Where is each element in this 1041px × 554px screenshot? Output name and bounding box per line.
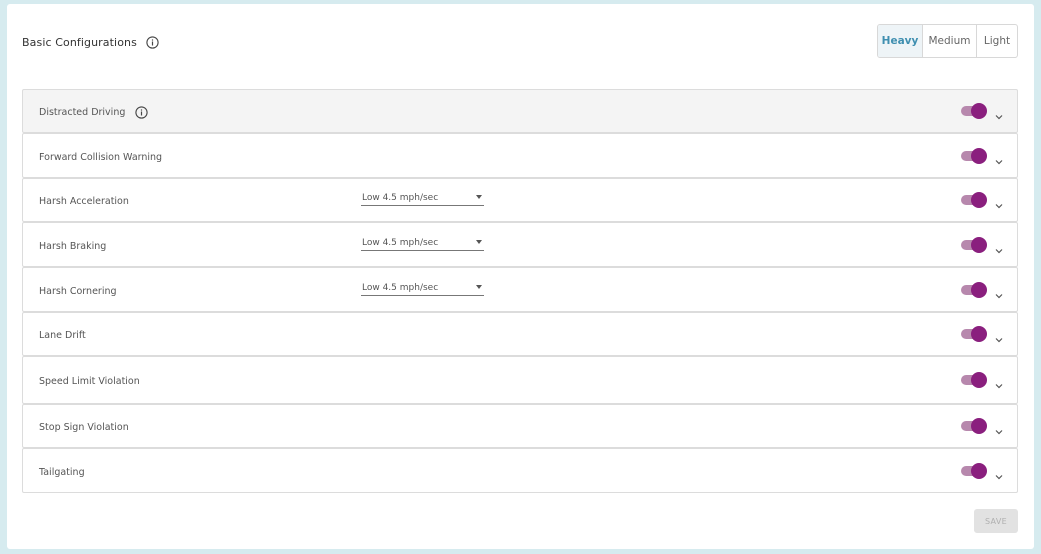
event-row[interactable]: Speed Limit Violation — [22, 356, 1018, 404]
chevron-down-icon[interactable] — [993, 108, 1005, 120]
chevron-down-icon[interactable] — [993, 153, 1005, 165]
event-row[interactable]: Harsh Acceleration Low 4.5 mph/sec — [22, 178, 1018, 222]
caret-down-icon — [476, 195, 482, 199]
chevron-down-icon[interactable] — [993, 197, 1005, 209]
event-label: Forward Collision Warning — [39, 151, 163, 163]
info-circle-icon[interactable] — [146, 35, 159, 49]
page-title: Basic Configurations — [22, 35, 137, 49]
threshold-select[interactable]: Low 4.5 mph/sec — [361, 190, 484, 206]
threshold-select-value: Low 4.5 mph/sec — [362, 237, 439, 248]
event-label: Lane Drift — [39, 329, 86, 341]
chevron-down-icon[interactable] — [993, 468, 1005, 480]
caret-down-icon — [476, 240, 482, 244]
event-row-label-wrap: Speed Limit Violation — [39, 374, 140, 388]
sensitivity-medium-button[interactable]: Medium — [923, 25, 977, 57]
event-row-label-wrap: Distracted Driving — [39, 105, 149, 119]
chevron-down-icon[interactable] — [993, 331, 1005, 343]
toggle-knob — [971, 326, 987, 342]
caret-down-icon — [476, 285, 482, 289]
event-label: Stop Sign Violation — [39, 421, 129, 433]
event-list: Distracted Driving Forward Collision Warn… — [22, 89, 1018, 493]
event-label: Harsh Braking — [39, 240, 107, 252]
toggle-knob — [971, 418, 987, 434]
chevron-down-icon[interactable] — [993, 287, 1005, 299]
event-row[interactable]: Harsh Cornering Low 4.5 mph/sec — [22, 267, 1018, 312]
info-circle-icon[interactable] — [135, 105, 149, 119]
event-toggle[interactable] — [961, 463, 987, 479]
toggle-knob — [971, 282, 987, 298]
threshold-select-value: Low 4.5 mph/sec — [362, 282, 439, 293]
sensitivity-light-button[interactable]: Light — [977, 25, 1017, 57]
toggle-knob — [971, 103, 987, 119]
configuration-card: Basic Configurations Heavy Medium Light … — [7, 4, 1034, 549]
event-row[interactable]: Distracted Driving — [22, 89, 1018, 133]
event-row-label-wrap: Harsh Cornering — [39, 284, 117, 298]
event-label: Harsh Acceleration — [39, 195, 129, 207]
sensitivity-selector: Heavy Medium Light — [877, 24, 1018, 58]
save-button[interactable]: SAVE — [974, 509, 1018, 533]
toggle-knob — [971, 148, 987, 164]
event-row[interactable]: Tailgating — [22, 448, 1018, 493]
toggle-knob — [971, 237, 987, 253]
event-row-label-wrap: Tailgating — [39, 465, 85, 479]
event-row[interactable]: Harsh Braking Low 4.5 mph/sec — [22, 222, 1018, 267]
event-toggle[interactable] — [961, 237, 987, 253]
event-toggle[interactable] — [961, 418, 987, 434]
event-row-label-wrap: Forward Collision Warning — [39, 150, 162, 164]
chevron-down-icon[interactable] — [993, 377, 1005, 389]
chevron-down-icon[interactable] — [993, 242, 1005, 254]
title-row: Basic Configurations — [22, 34, 159, 50]
event-label: Harsh Cornering — [39, 285, 117, 297]
event-toggle[interactable] — [961, 148, 987, 164]
threshold-select[interactable]: Low 4.5 mph/sec — [361, 280, 484, 296]
sensitivity-heavy-button[interactable]: Heavy — [878, 25, 923, 57]
event-row-label-wrap: Stop Sign Violation — [39, 420, 129, 434]
event-row[interactable]: Lane Drift — [22, 312, 1018, 356]
event-toggle[interactable] — [961, 103, 987, 119]
toggle-knob — [971, 372, 987, 388]
toggle-knob — [971, 463, 987, 479]
event-row-label-wrap: Lane Drift — [39, 328, 86, 342]
event-toggle[interactable] — [961, 192, 987, 208]
event-row-label-wrap: Harsh Acceleration — [39, 194, 129, 208]
event-label: Speed Limit Violation — [39, 375, 140, 387]
event-toggle[interactable] — [961, 326, 987, 342]
threshold-select[interactable]: Low 4.5 mph/sec — [361, 235, 484, 251]
toggle-knob — [971, 192, 987, 208]
event-toggle[interactable] — [961, 372, 987, 388]
event-toggle[interactable] — [961, 282, 987, 298]
event-row[interactable]: Forward Collision Warning — [22, 133, 1018, 178]
chevron-down-icon[interactable] — [993, 423, 1005, 435]
event-label: Tailgating — [39, 466, 85, 478]
event-label: Distracted Driving — [39, 106, 126, 118]
event-row[interactable]: Stop Sign Violation — [22, 404, 1018, 448]
event-row-label-wrap: Harsh Braking — [39, 239, 106, 253]
threshold-select-value: Low 4.5 mph/sec — [362, 192, 439, 203]
